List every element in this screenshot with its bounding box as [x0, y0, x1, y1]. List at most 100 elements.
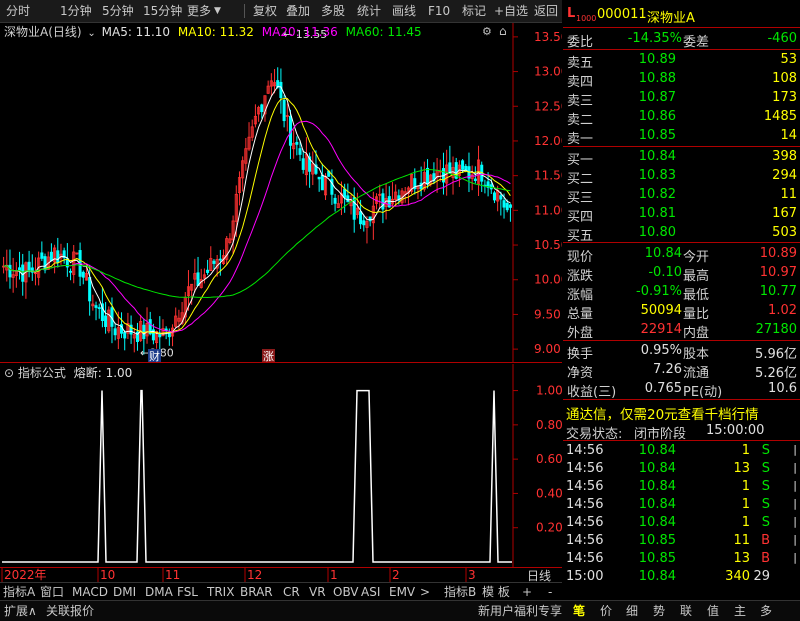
- buy-price: 10.80: [638, 225, 676, 240]
- indicator-tab[interactable]: 窗口: [40, 584, 64, 600]
- buy-label: 买二: [567, 172, 594, 187]
- toolbar-item-fuquan[interactable]: 复权: [253, 3, 277, 19]
- candlestick-chart[interactable]: 13.50 13.00 12.50 12.00 11.50 11.00 10.50 10.00…: [0, 23, 562, 363]
- indicator-line: [2, 389, 512, 563]
- settings-icon[interactable]: ⚙: [482, 25, 492, 38]
- buy-row[interactable]: 买二 10.83 294: [563, 167, 800, 187]
- panel-tab[interactable]: 笔: [573, 603, 585, 619]
- new-user-tab[interactable]: 新用户福利专享: [478, 603, 562, 619]
- quote-row: 涨幅 -0.91% 最低 10.77: [563, 283, 800, 303]
- time-tick-label: 1: [330, 568, 338, 582]
- zoom-out-button[interactable]: -: [548, 584, 552, 600]
- buy-price: 10.83: [638, 168, 676, 183]
- indicator-tab[interactable]: DMA: [145, 584, 173, 600]
- indicator-tab[interactable]: DMI: [113, 584, 136, 600]
- tick-marker: |: [793, 533, 797, 546]
- related-quote-tab[interactable]: 关联报价: [46, 603, 94, 619]
- candle-body: [206, 269, 210, 273]
- indicator-tab[interactable]: >: [420, 584, 430, 600]
- quote-label: 最低: [683, 288, 710, 303]
- candle-body: [8, 264, 12, 278]
- toolbar-item-tongji[interactable]: 统计: [357, 3, 381, 19]
- buy-volume: 294: [772, 168, 797, 183]
- indicator-tick-label: 0.80: [536, 418, 562, 432]
- indicator-tab[interactable]: BRAR: [240, 584, 273, 600]
- ad-text[interactable]: 通达信，仅需20元查看千档行情: [566, 403, 759, 423]
- indicator-tab[interactable]: TRIX: [207, 584, 234, 600]
- expand-tab[interactable]: 扩展∧: [4, 603, 37, 619]
- tick-side: S: [761, 515, 770, 530]
- ma5-label: MA5: 11.10: [101, 25, 171, 39]
- quote-label: 内盘: [683, 326, 710, 341]
- panel-tab[interactable]: 细: [626, 603, 638, 619]
- indicator-chart[interactable]: 1.00 0.80 0.60 0.40 0.20: [0, 364, 562, 568]
- indicator-tab[interactable]: 模 板: [482, 584, 510, 600]
- buy-row[interactable]: 买一 10.84 398: [563, 148, 800, 168]
- sell-row[interactable]: 卖五 10.89 53: [563, 51, 800, 71]
- price-tick-label: 10.50: [534, 238, 562, 252]
- toolbar-item-5min[interactable]: 5分钟: [102, 3, 134, 19]
- panel-tab[interactable]: 势: [653, 603, 665, 619]
- tick-side: B: [761, 551, 770, 566]
- candle-body: [346, 195, 350, 203]
- info-label: 换手: [567, 347, 594, 362]
- indicator-toggle-icon[interactable]: ⊙: [4, 366, 14, 380]
- toolbar-item-huaxian[interactable]: 画线: [392, 3, 416, 19]
- tick-side: B: [761, 533, 770, 548]
- toolbar-item-biaoji[interactable]: 标记: [462, 3, 486, 19]
- candle-body: [94, 305, 98, 308]
- buy-row[interactable]: 买三 10.82 11: [563, 186, 800, 206]
- indicator-tab[interactable]: FSL: [177, 584, 198, 600]
- indicator-tab[interactable]: EMV: [389, 584, 415, 600]
- candle-body: [196, 272, 200, 286]
- ad-banner[interactable]: 通达信，仅需20元查看千档行情: [563, 402, 800, 423]
- info-value: 5.96亿: [755, 347, 797, 362]
- toolbar-item-1min[interactable]: 1分钟: [60, 3, 92, 19]
- tick-time: 14:56: [566, 551, 604, 566]
- indicator-tab[interactable]: MACD: [72, 584, 108, 600]
- panel-tab[interactable]: 联: [680, 603, 692, 619]
- indicator-tab[interactable]: ASI: [361, 584, 380, 600]
- panel-tab[interactable]: 主: [734, 603, 746, 619]
- sell-row[interactable]: 卖三 10.87 173: [563, 89, 800, 109]
- toolbar-item-duogu[interactable]: 多股: [321, 3, 345, 19]
- toolbar-item-more[interactable]: 更多: [187, 3, 211, 19]
- buy-row[interactable]: 买五 10.80 503: [563, 224, 800, 244]
- indicator-tab[interactable]: 指标A: [3, 584, 35, 600]
- sell-volume: 173: [772, 90, 797, 105]
- indicator-tick-label: 0.40: [536, 486, 562, 500]
- zoom-in-button[interactable]: +: [522, 584, 532, 600]
- collapse-icon[interactable]: ⌄: [87, 28, 95, 39]
- toolbar-item-f10[interactable]: F10: [428, 3, 450, 19]
- indicator-tab[interactable]: VR: [309, 584, 326, 600]
- panel-tab[interactable]: 价: [600, 603, 612, 619]
- toolbar-item-fenshi[interactable]: 分时: [6, 3, 30, 19]
- indicator-title[interactable]: 指标公式: [18, 366, 66, 380]
- info-label: 收益(三): [567, 385, 617, 400]
- period-label[interactable]: 日线: [527, 567, 551, 584]
- tick-time: 14:56: [566, 497, 604, 512]
- tick-volume: 1: [741, 479, 750, 494]
- panel-tab[interactable]: 值: [707, 603, 719, 619]
- indicator-tab[interactable]: CR: [283, 584, 300, 600]
- tick-side: S: [761, 479, 770, 494]
- sell-label: 卖三: [567, 94, 594, 109]
- indicator-tick-label: 1.00: [536, 384, 562, 398]
- panel-tab[interactable]: 多: [760, 603, 772, 619]
- info-label: 流通: [683, 366, 710, 381]
- toolbar-item-back[interactable]: 返回: [534, 3, 558, 19]
- toolbar-item-15min[interactable]: 15分钟: [143, 3, 182, 19]
- toolbar-item-zixuan[interactable]: +自选: [494, 3, 528, 19]
- indicator-tab[interactable]: 指标B: [444, 584, 476, 600]
- chart-header: 深物业A(日线) ⌄ MA5: 11.10 MA10: 11.32 MA20: …: [4, 25, 422, 39]
- dropdown-arrow-icon[interactable]: ▼: [214, 3, 221, 19]
- quote-label: 涨幅: [567, 288, 594, 303]
- buy-row[interactable]: 买四 10.81 167: [563, 205, 800, 225]
- pin-icon[interactable]: ⌂: [499, 24, 507, 38]
- toolbar-item-diejia[interactable]: 叠加: [286, 3, 310, 19]
- sell-row[interactable]: 卖四 10.88 108: [563, 70, 800, 90]
- sell-row[interactable]: 卖一 10.85 14: [563, 127, 800, 147]
- indicator-tab[interactable]: OBV: [333, 584, 359, 600]
- sell-row[interactable]: 卖二 10.86 1485: [563, 108, 800, 128]
- tick-time: 14:56: [566, 533, 604, 548]
